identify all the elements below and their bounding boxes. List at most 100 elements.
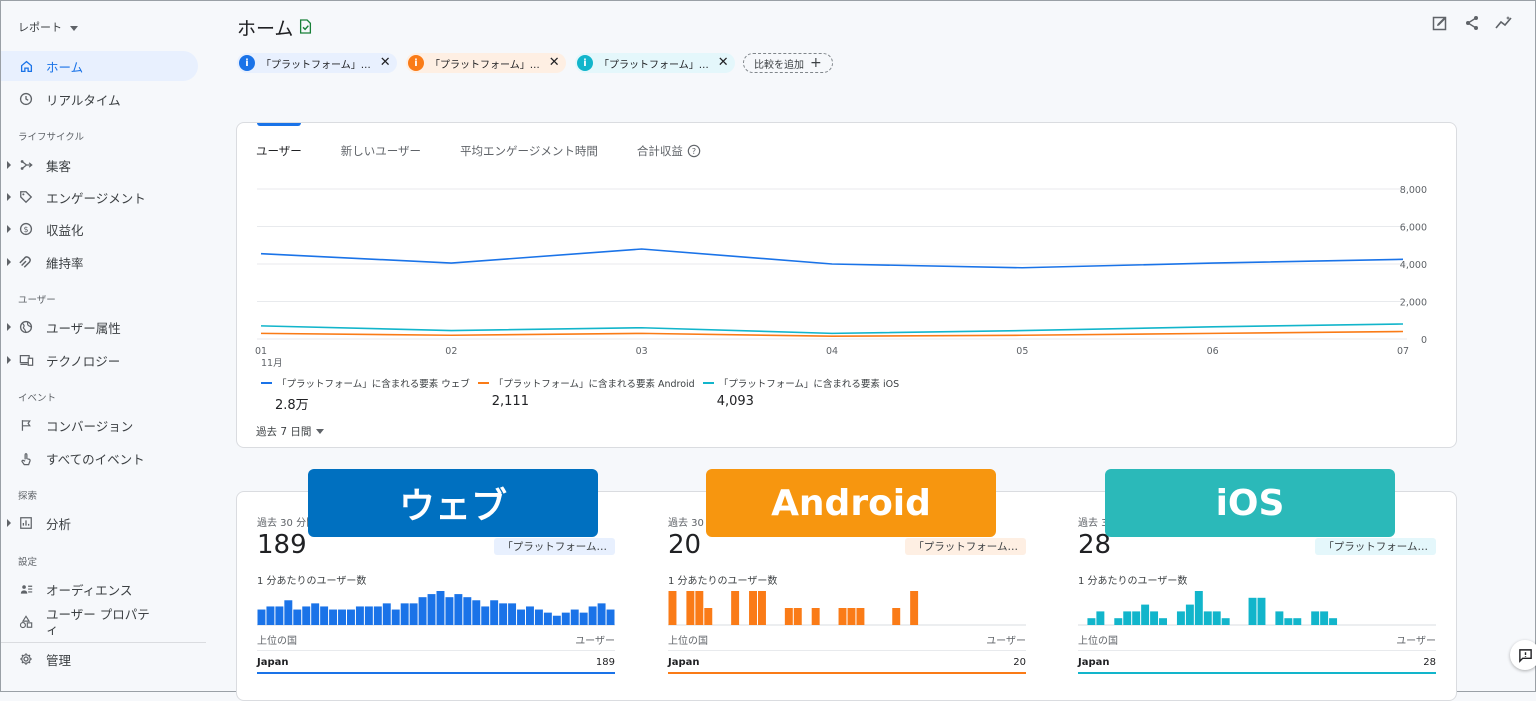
per-minute-bar-chart [1078,591,1436,626]
acquisition-icon [18,157,34,173]
verified-report-icon[interactable] [299,17,312,39]
minute-bar [427,594,436,625]
section-label-explore: 探索 [18,491,38,502]
minute-bar [588,606,597,625]
minute-bar [784,608,793,625]
minute-bar [534,609,543,625]
minute-bar [561,612,570,625]
tab-avg-engagement[interactable]: 平均エンゲージメント時間 [460,143,598,159]
minute-bar [668,591,677,625]
minute-bar [1248,597,1257,625]
sidebar-item-technology[interactable]: テクノロジー [1,345,198,375]
minute-bar [686,591,695,625]
minute-bar [1257,597,1266,625]
section-label-user: ユーザー [18,295,56,306]
divider [1078,650,1436,651]
sidebar-item-admin[interactable]: 管理 [1,644,198,674]
sidebar-item-conversions[interactable]: コンバージョン [1,410,198,440]
metric-tabs: ユーザー 新しいユーザー 平均エンゲージメント時間 合計収益 ? [256,143,740,159]
edit-report-icon[interactable] [1430,13,1450,33]
date-range-dropdown[interactable]: 過去 7 日間 [256,424,325,439]
sidebar-item-all-events[interactable]: すべてのイベント [1,443,198,473]
minute-bar [364,606,373,625]
section-label-events: イベント [18,393,57,404]
chevron-down-icon [316,429,325,434]
shapes-icon [18,614,34,630]
minute-bar [579,612,588,625]
share-icon[interactable] [1462,13,1482,33]
minute-bar [543,612,552,625]
minute-bar [517,609,525,625]
sidebar-item-analysis[interactable]: 分析 [1,508,198,538]
sidebar-item-audiences[interactable]: オーディエンス [1,574,198,604]
minute-bar [570,609,579,625]
realtime-count: 20 [668,530,702,560]
minute-bar [445,597,454,625]
comparison-chip-ios[interactable]: i 「プラットフォーム」… ✕ [575,53,735,73]
minute-bar [1096,611,1105,625]
minute-bar [1311,611,1320,625]
tab-total-revenue[interactable]: 合計収益 ? [637,143,701,159]
minute-bar [1114,618,1123,625]
minute-bar [409,603,418,625]
minute-bar [856,608,865,625]
close-icon[interactable]: ✕ [718,55,729,70]
devices-icon [18,352,34,368]
minute-bar [338,609,346,625]
tab-new-users[interactable]: 新しいユーザー [341,143,421,159]
add-comparison-button[interactable]: 比較を追加 + [743,53,833,73]
sidebar-item-engagement[interactable]: エンゲージメント [1,182,198,212]
sidebar-item-retention[interactable]: 維持率 [1,247,198,277]
feedback-icon [1518,648,1532,663]
minute-bar [499,603,508,625]
section-label-config: 設定 [18,557,38,568]
expand-arrow-icon [7,225,11,233]
minute-bar [892,608,901,625]
minute-bar [320,606,329,625]
close-icon[interactable]: ✕ [549,55,560,70]
close-icon[interactable]: ✕ [380,55,391,70]
minute-bar [1087,618,1096,625]
expand-arrow-icon [7,161,11,169]
sidebar-item-home[interactable]: ホーム [1,51,198,81]
gear-icon [18,651,34,667]
platform-pill: 「プラットフォーム… [1315,538,1436,555]
comparison-chip-android[interactable]: i 「プラットフォーム」… ✕ [406,53,566,73]
x-tick-label: 03 [636,346,648,357]
info-icon: i [239,55,255,71]
per-minute-bar-chart [257,591,615,626]
dollar-icon: $ [18,221,34,237]
tab-indicator [257,123,301,126]
y-tick-label: 2,000 [1400,298,1427,309]
report-selector[interactable]: レポート [18,19,78,35]
minute-bar [454,594,463,625]
plus-icon: + [810,55,822,71]
home-icon [18,58,34,74]
sidebar-item-realtime[interactable]: リアルタイム [1,84,198,114]
insights-icon[interactable] [1494,13,1514,33]
minute-bar [731,591,740,625]
y-tick-label: 8,000 [1400,185,1427,196]
tab-users[interactable]: ユーザー [256,143,302,159]
x-tick-label: 01 [255,346,267,357]
flag-icon [18,417,34,433]
minute-bar [758,591,766,625]
overlay-label-web: ウェブ [308,469,598,537]
sidebar-item-monetization[interactable]: $ 収益化 [1,214,198,244]
comparison-chip-web[interactable]: i 「プラットフォーム」… ✕ [237,53,397,73]
x-tick-label: 06 [1207,346,1219,357]
expand-arrow-icon [7,519,11,527]
explore-icon [18,515,34,531]
minute-bar [257,609,266,625]
y-tick-label: 0 [1421,335,1427,346]
feedback-button[interactable] [1510,640,1536,670]
chart-legend: 「プラットフォーム」に含まれる要素 ウェブ 2.8万 「プラットフォーム」に含ま… [261,376,907,413]
minute-bar [382,603,391,625]
country-share-bar [1078,672,1436,674]
sidebar-item-user-attributes[interactable]: ユーザー属性 [1,312,198,342]
help-icon[interactable]: ? [687,144,701,158]
sidebar-item-user-properties[interactable]: ユーザー プロパティ [1,605,198,639]
legend-swatch [702,382,714,384]
sidebar-item-acquisition[interactable]: 集客 [1,150,198,180]
top-toolbar [1430,13,1514,33]
